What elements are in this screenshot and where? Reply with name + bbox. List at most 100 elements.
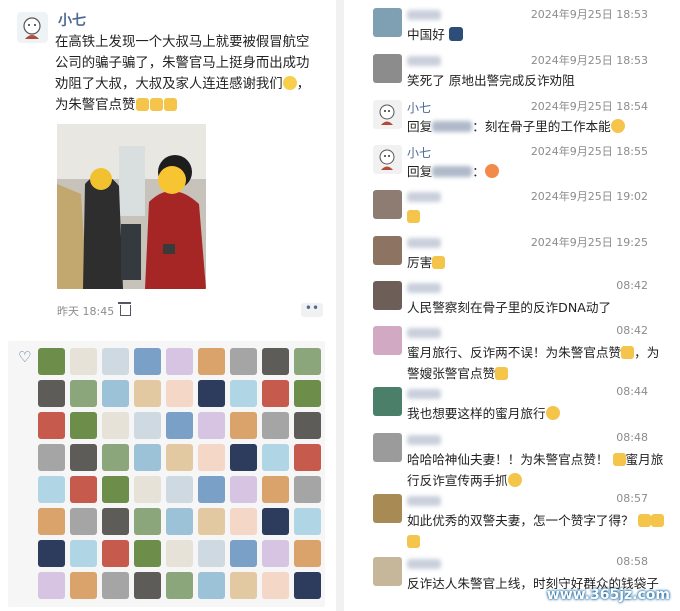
delete-icon[interactable]	[118, 302, 132, 316]
liker-avatar[interactable]	[230, 348, 257, 375]
liker-avatar[interactable]	[230, 444, 257, 471]
liker-avatar[interactable]	[38, 540, 65, 567]
liker-avatar[interactable]	[166, 380, 193, 407]
comment-item[interactable]: 08:42 人民警察刻在骨子里的反诈DNA动了	[344, 277, 680, 323]
liker-avatar[interactable]	[38, 508, 65, 535]
liker-avatar[interactable]	[294, 444, 321, 471]
liker-avatar[interactable]	[38, 348, 65, 375]
liker-avatar[interactable]	[166, 572, 193, 599]
liker-avatar[interactable]	[102, 380, 129, 407]
comment-item[interactable]: 08:57 如此优秀的双警夫妻，怎一个赞字了得？	[344, 490, 680, 548]
comment-author[interactable]	[407, 389, 441, 399]
liker-avatar[interactable]	[102, 444, 129, 471]
liker-avatar[interactable]	[38, 444, 65, 471]
liker-avatar[interactable]	[166, 540, 193, 567]
liker-avatar[interactable]	[70, 412, 97, 439]
liker-avatar[interactable]	[198, 508, 225, 535]
liker-avatar[interactable]	[134, 348, 161, 375]
liker-avatar[interactable]	[134, 476, 161, 503]
liker-avatar[interactable]	[262, 572, 289, 599]
liker-avatar[interactable]	[262, 508, 289, 535]
liker-avatar[interactable]	[102, 476, 129, 503]
comment-avatar[interactable]	[373, 54, 402, 83]
liker-avatar[interactable]	[134, 540, 161, 567]
comment-author[interactable]: 小七	[407, 99, 431, 116]
liker-avatar[interactable]	[262, 540, 289, 567]
comment-item[interactable]: 08:44 我也想要这样的蜜月旅行	[344, 383, 680, 429]
poster-name[interactable]: 小七	[58, 10, 86, 30]
liker-avatar[interactable]	[134, 380, 161, 407]
liker-avatar[interactable]	[38, 412, 65, 439]
liker-avatar[interactable]	[198, 572, 225, 599]
comment-author[interactable]	[407, 238, 441, 248]
liker-avatar[interactable]	[70, 476, 97, 503]
liker-avatar[interactable]	[262, 348, 289, 375]
liker-avatar[interactable]	[262, 412, 289, 439]
liker-avatar[interactable]	[230, 540, 257, 567]
comment-author[interactable]	[407, 496, 441, 506]
liker-avatar[interactable]	[38, 572, 65, 599]
comment-author[interactable]	[407, 10, 441, 20]
liker-avatar[interactable]	[294, 476, 321, 503]
liker-avatar[interactable]	[294, 508, 321, 535]
liker-avatar[interactable]	[166, 444, 193, 471]
comment-item[interactable]: 2024年9月25日 18:53 中国好	[344, 4, 680, 50]
liker-avatar[interactable]	[102, 572, 129, 599]
comment-avatar[interactable]	[373, 236, 402, 265]
liker-avatar[interactable]	[70, 348, 97, 375]
liker-avatar[interactable]	[294, 412, 321, 439]
liker-avatar[interactable]	[70, 572, 97, 599]
comment-item[interactable]: 2024年9月25日 19:02	[344, 186, 680, 232]
comment-author[interactable]	[407, 192, 441, 202]
liker-avatar[interactable]	[166, 508, 193, 535]
liker-avatar[interactable]	[230, 380, 257, 407]
liker-avatar[interactable]	[294, 348, 321, 375]
comment-avatar[interactable]	[373, 326, 402, 355]
liker-avatar[interactable]	[294, 380, 321, 407]
liker-avatar[interactable]	[198, 412, 225, 439]
comment-avatar[interactable]	[373, 557, 402, 586]
liker-avatar[interactable]	[198, 348, 225, 375]
liker-avatar[interactable]	[134, 572, 161, 599]
post-photo[interactable]	[57, 124, 206, 289]
comment-item[interactable]: 2024年9月25日 19:25 厉害	[344, 232, 680, 278]
liker-avatar[interactable]	[262, 380, 289, 407]
comment-author[interactable]: 小七	[407, 144, 431, 161]
liker-avatar[interactable]	[230, 508, 257, 535]
liker-avatar[interactable]	[198, 444, 225, 471]
liker-avatar[interactable]	[230, 412, 257, 439]
liker-avatar[interactable]	[294, 572, 321, 599]
comment-avatar[interactable]	[373, 387, 402, 416]
liker-avatar[interactable]	[230, 476, 257, 503]
comment-author[interactable]	[407, 435, 441, 445]
liker-avatar[interactable]	[38, 380, 65, 407]
liker-avatar[interactable]	[102, 348, 129, 375]
liker-avatar[interactable]	[166, 412, 193, 439]
blurred-name[interactable]	[432, 166, 473, 177]
liker-avatar[interactable]	[134, 444, 161, 471]
liker-avatar[interactable]	[102, 540, 129, 567]
liker-avatar[interactable]	[262, 444, 289, 471]
poster-avatar[interactable]	[17, 12, 48, 43]
comment-item[interactable]: 08:48 哈哈哈神仙夫妻！！为朱警官点赞！ 蜜月旅行反诈宣传两手抓	[344, 429, 680, 488]
liker-avatar[interactable]	[70, 540, 97, 567]
liker-avatar[interactable]	[166, 476, 193, 503]
comment-item[interactable]: 小七 2024年9月25日 18:54 回复 ：刻在骨子里的工作本能	[344, 96, 680, 142]
comment-item[interactable]: 小七 2024年9月25日 18:55 回复 ：	[344, 141, 680, 187]
comment-avatar[interactable]	[373, 281, 402, 310]
blurred-name[interactable]	[432, 121, 473, 132]
liker-avatar[interactable]	[70, 508, 97, 535]
comment-avatar[interactable]	[373, 433, 402, 462]
liker-avatar[interactable]	[70, 444, 97, 471]
liker-avatar[interactable]	[102, 412, 129, 439]
liker-avatar[interactable]	[166, 348, 193, 375]
liker-avatar[interactable]	[134, 412, 161, 439]
more-button[interactable]: ••	[301, 302, 323, 317]
liker-avatar[interactable]	[262, 476, 289, 503]
comment-avatar[interactable]	[373, 145, 402, 174]
liker-avatar[interactable]	[230, 572, 257, 599]
comment-avatar[interactable]	[373, 494, 402, 523]
liker-avatar[interactable]	[70, 380, 97, 407]
liker-avatar[interactable]	[294, 540, 321, 567]
comment-author[interactable]	[407, 56, 441, 66]
